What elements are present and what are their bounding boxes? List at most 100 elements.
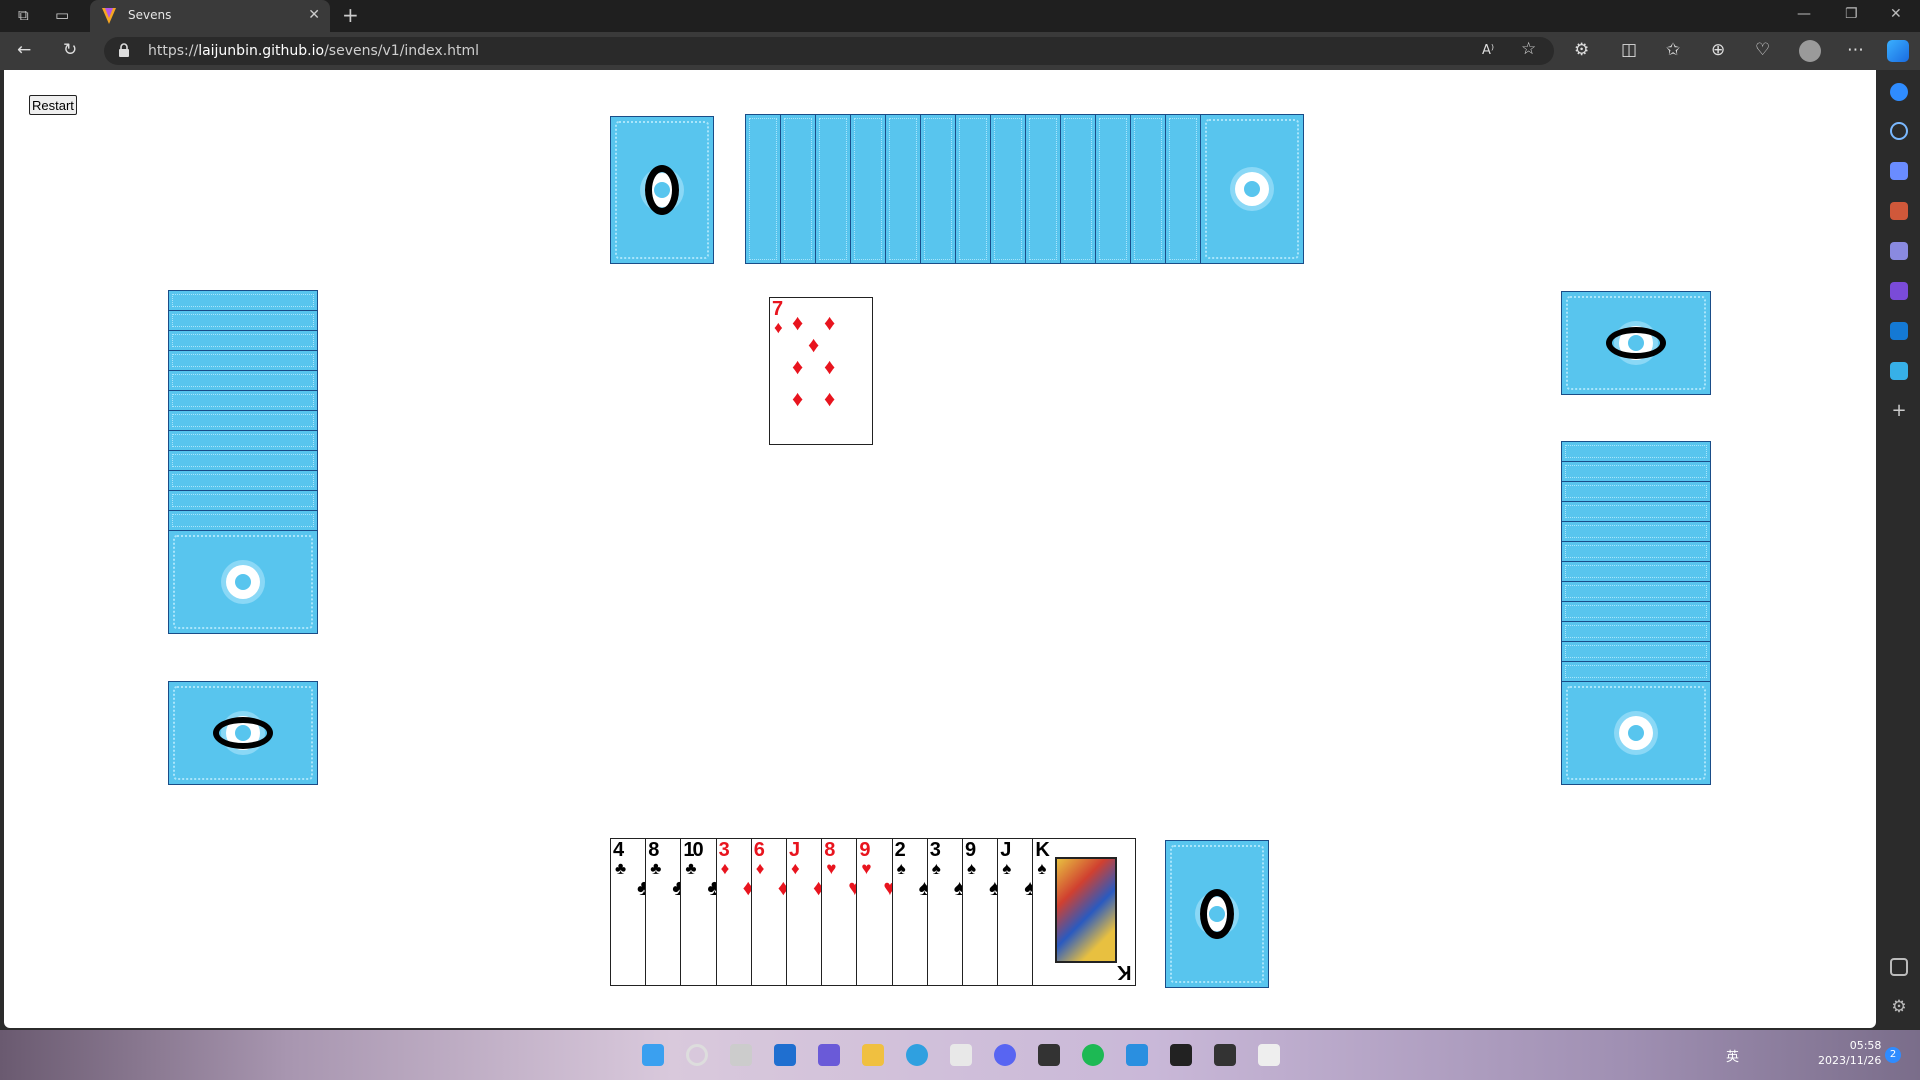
opponent-card-back	[168, 490, 318, 511]
console-icon[interactable]	[1214, 1044, 1236, 1066]
restart-button[interactable]: Restart	[29, 95, 77, 115]
vscode-icon[interactable]	[1126, 1044, 1148, 1066]
system-clock[interactable]: 05:58 2023/11/26	[1818, 1038, 1881, 1068]
ime-indicator[interactable]: 英	[1726, 1046, 1739, 1065]
notification-badge[interactable]: 2	[1885, 1047, 1901, 1063]
spotify-icon[interactable]	[1082, 1044, 1104, 1066]
terminal-icon[interactable]	[1170, 1044, 1192, 1066]
search-taskbar-icon[interactable]	[686, 1044, 708, 1066]
card-suit: ♦	[720, 859, 730, 878]
profile-avatar-icon[interactable]	[1799, 40, 1821, 62]
collections-icon[interactable]: ⊕	[1711, 42, 1725, 59]
search-icon[interactable]	[1890, 122, 1908, 140]
add-sidebar-app-icon[interactable]: +	[1890, 402, 1908, 420]
more-options-icon[interactable]: ⋯	[1847, 42, 1864, 59]
send-icon[interactable]	[1890, 362, 1908, 380]
opponent-card-back	[168, 410, 318, 431]
store-icon[interactable]	[950, 1044, 972, 1066]
restore-icon[interactable]: ❐	[1845, 6, 1858, 22]
read-aloud-icon[interactable]: A⁾	[1482, 42, 1494, 59]
card-back-ornament	[1619, 716, 1653, 750]
browser-tab[interactable]: Sevens ✕	[90, 0, 330, 32]
right-opponent-won-pile	[1561, 291, 1711, 395]
shopping-icon[interactable]	[1890, 162, 1908, 180]
right-won-count-glyph	[1606, 327, 1666, 359]
opponent-card-back	[1561, 541, 1711, 562]
edge-icon[interactable]	[906, 1044, 928, 1066]
sidebar-settings-icon[interactable]: ⚙	[1890, 998, 1908, 1016]
card-suit: ♣	[685, 859, 697, 878]
card-rank-bottom: K	[1118, 961, 1132, 983]
opponent-card-back	[745, 114, 781, 264]
browser-essentials-icon[interactable]: ♡	[1755, 42, 1770, 59]
outlook-icon[interactable]	[1890, 322, 1908, 340]
notifications-icon[interactable]	[1890, 83, 1908, 101]
windows-taskbar: 英 05:58 2023/11/26 2	[0, 1030, 1920, 1080]
file-explorer-icon[interactable]	[862, 1044, 884, 1066]
opponent-card-back	[1561, 501, 1711, 522]
opponent-card-back	[1561, 441, 1711, 462]
card-suit: ♣	[650, 859, 662, 878]
opponent-card-back	[990, 114, 1026, 264]
card-suit: ♠	[931, 859, 941, 878]
hide-sidebar-icon[interactable]	[1890, 958, 1908, 976]
opponent-card-back	[168, 390, 318, 411]
sevens-favicon-icon	[102, 8, 116, 24]
opponent-card-back	[885, 114, 921, 264]
opponent-card-back	[168, 450, 318, 471]
opponent-card-back	[168, 290, 318, 311]
card-pip: ♦	[792, 386, 804, 411]
favorites-icon[interactable]: ✩	[1666, 42, 1680, 59]
left-won-count-glyph	[213, 717, 273, 749]
games-icon[interactable]	[1890, 242, 1908, 260]
card-suit: ♠	[896, 859, 906, 878]
refresh-icon[interactable]: ↻	[63, 42, 77, 59]
copilot-icon[interactable]	[1887, 40, 1909, 62]
opponent-card-back	[1561, 561, 1711, 582]
tab-actions-icon[interactable]: ▭	[55, 6, 69, 24]
new-tab-icon[interactable]: +	[342, 3, 359, 27]
card-suit: ♠	[1002, 859, 1012, 878]
card-pip: ♦	[792, 354, 804, 379]
task-view-icon[interactable]	[730, 1044, 752, 1066]
tab-title: Sevens	[128, 8, 172, 22]
opponent-card-back	[168, 330, 318, 351]
card-suit: ♠	[1037, 859, 1047, 878]
opponent-card-back	[1561, 581, 1711, 602]
card-suit: ♥	[826, 859, 837, 878]
tools-icon[interactable]	[1890, 202, 1908, 220]
opponent-card-back	[168, 310, 318, 331]
teams-icon[interactable]	[818, 1044, 840, 1066]
opponent-card-back	[1165, 114, 1201, 264]
opponent-card-back	[1060, 114, 1096, 264]
close-tab-icon[interactable]: ✕	[308, 7, 320, 23]
discord-icon[interactable]	[994, 1044, 1016, 1066]
close-window-icon[interactable]: ✕	[1890, 6, 1902, 22]
card-suit: ♣	[615, 859, 627, 878]
minimize-icon[interactable]: —	[1797, 6, 1811, 22]
card-7-diamonds[interactable]: 7 ♦ ♦ ♦ ♦ ♦ ♦ ♦ ♦	[769, 297, 873, 445]
opponent-card-back	[955, 114, 991, 264]
opponent-card-back	[920, 114, 956, 264]
card-suit: ♦	[791, 859, 800, 878]
opponent-card-back	[1200, 114, 1304, 264]
card-K-spades[interactable]: K ♠ K	[1032, 838, 1137, 986]
start-icon[interactable]	[642, 1044, 664, 1066]
address-bar[interactable]: https://laijunbin.github.io/sevens/v1/in…	[104, 37, 1554, 65]
extensions-icon[interactable]: ⚙	[1574, 42, 1589, 59]
left-opponent-won-pile	[168, 681, 318, 785]
opponent-card-back	[1561, 481, 1711, 502]
copilot-sidebar-icon[interactable]	[1890, 282, 1908, 300]
app-icon[interactable]	[1038, 1044, 1060, 1066]
notepad-icon[interactable]	[1258, 1044, 1280, 1066]
opponent-card-back	[1561, 461, 1711, 482]
top-opponent-won-pile	[610, 116, 714, 264]
card-suit: ♠	[967, 859, 977, 878]
widgets-icon[interactable]	[774, 1044, 796, 1066]
clock-time: 05:58	[1849, 1039, 1882, 1052]
back-icon[interactable]: ←	[17, 42, 31, 59]
favorite-star-icon[interactable]: ☆	[1521, 41, 1536, 58]
split-screen-icon[interactable]: ◫	[1621, 42, 1637, 59]
workspaces-icon[interactable]: ⧉	[18, 6, 29, 24]
opponent-card-back	[1561, 661, 1711, 682]
